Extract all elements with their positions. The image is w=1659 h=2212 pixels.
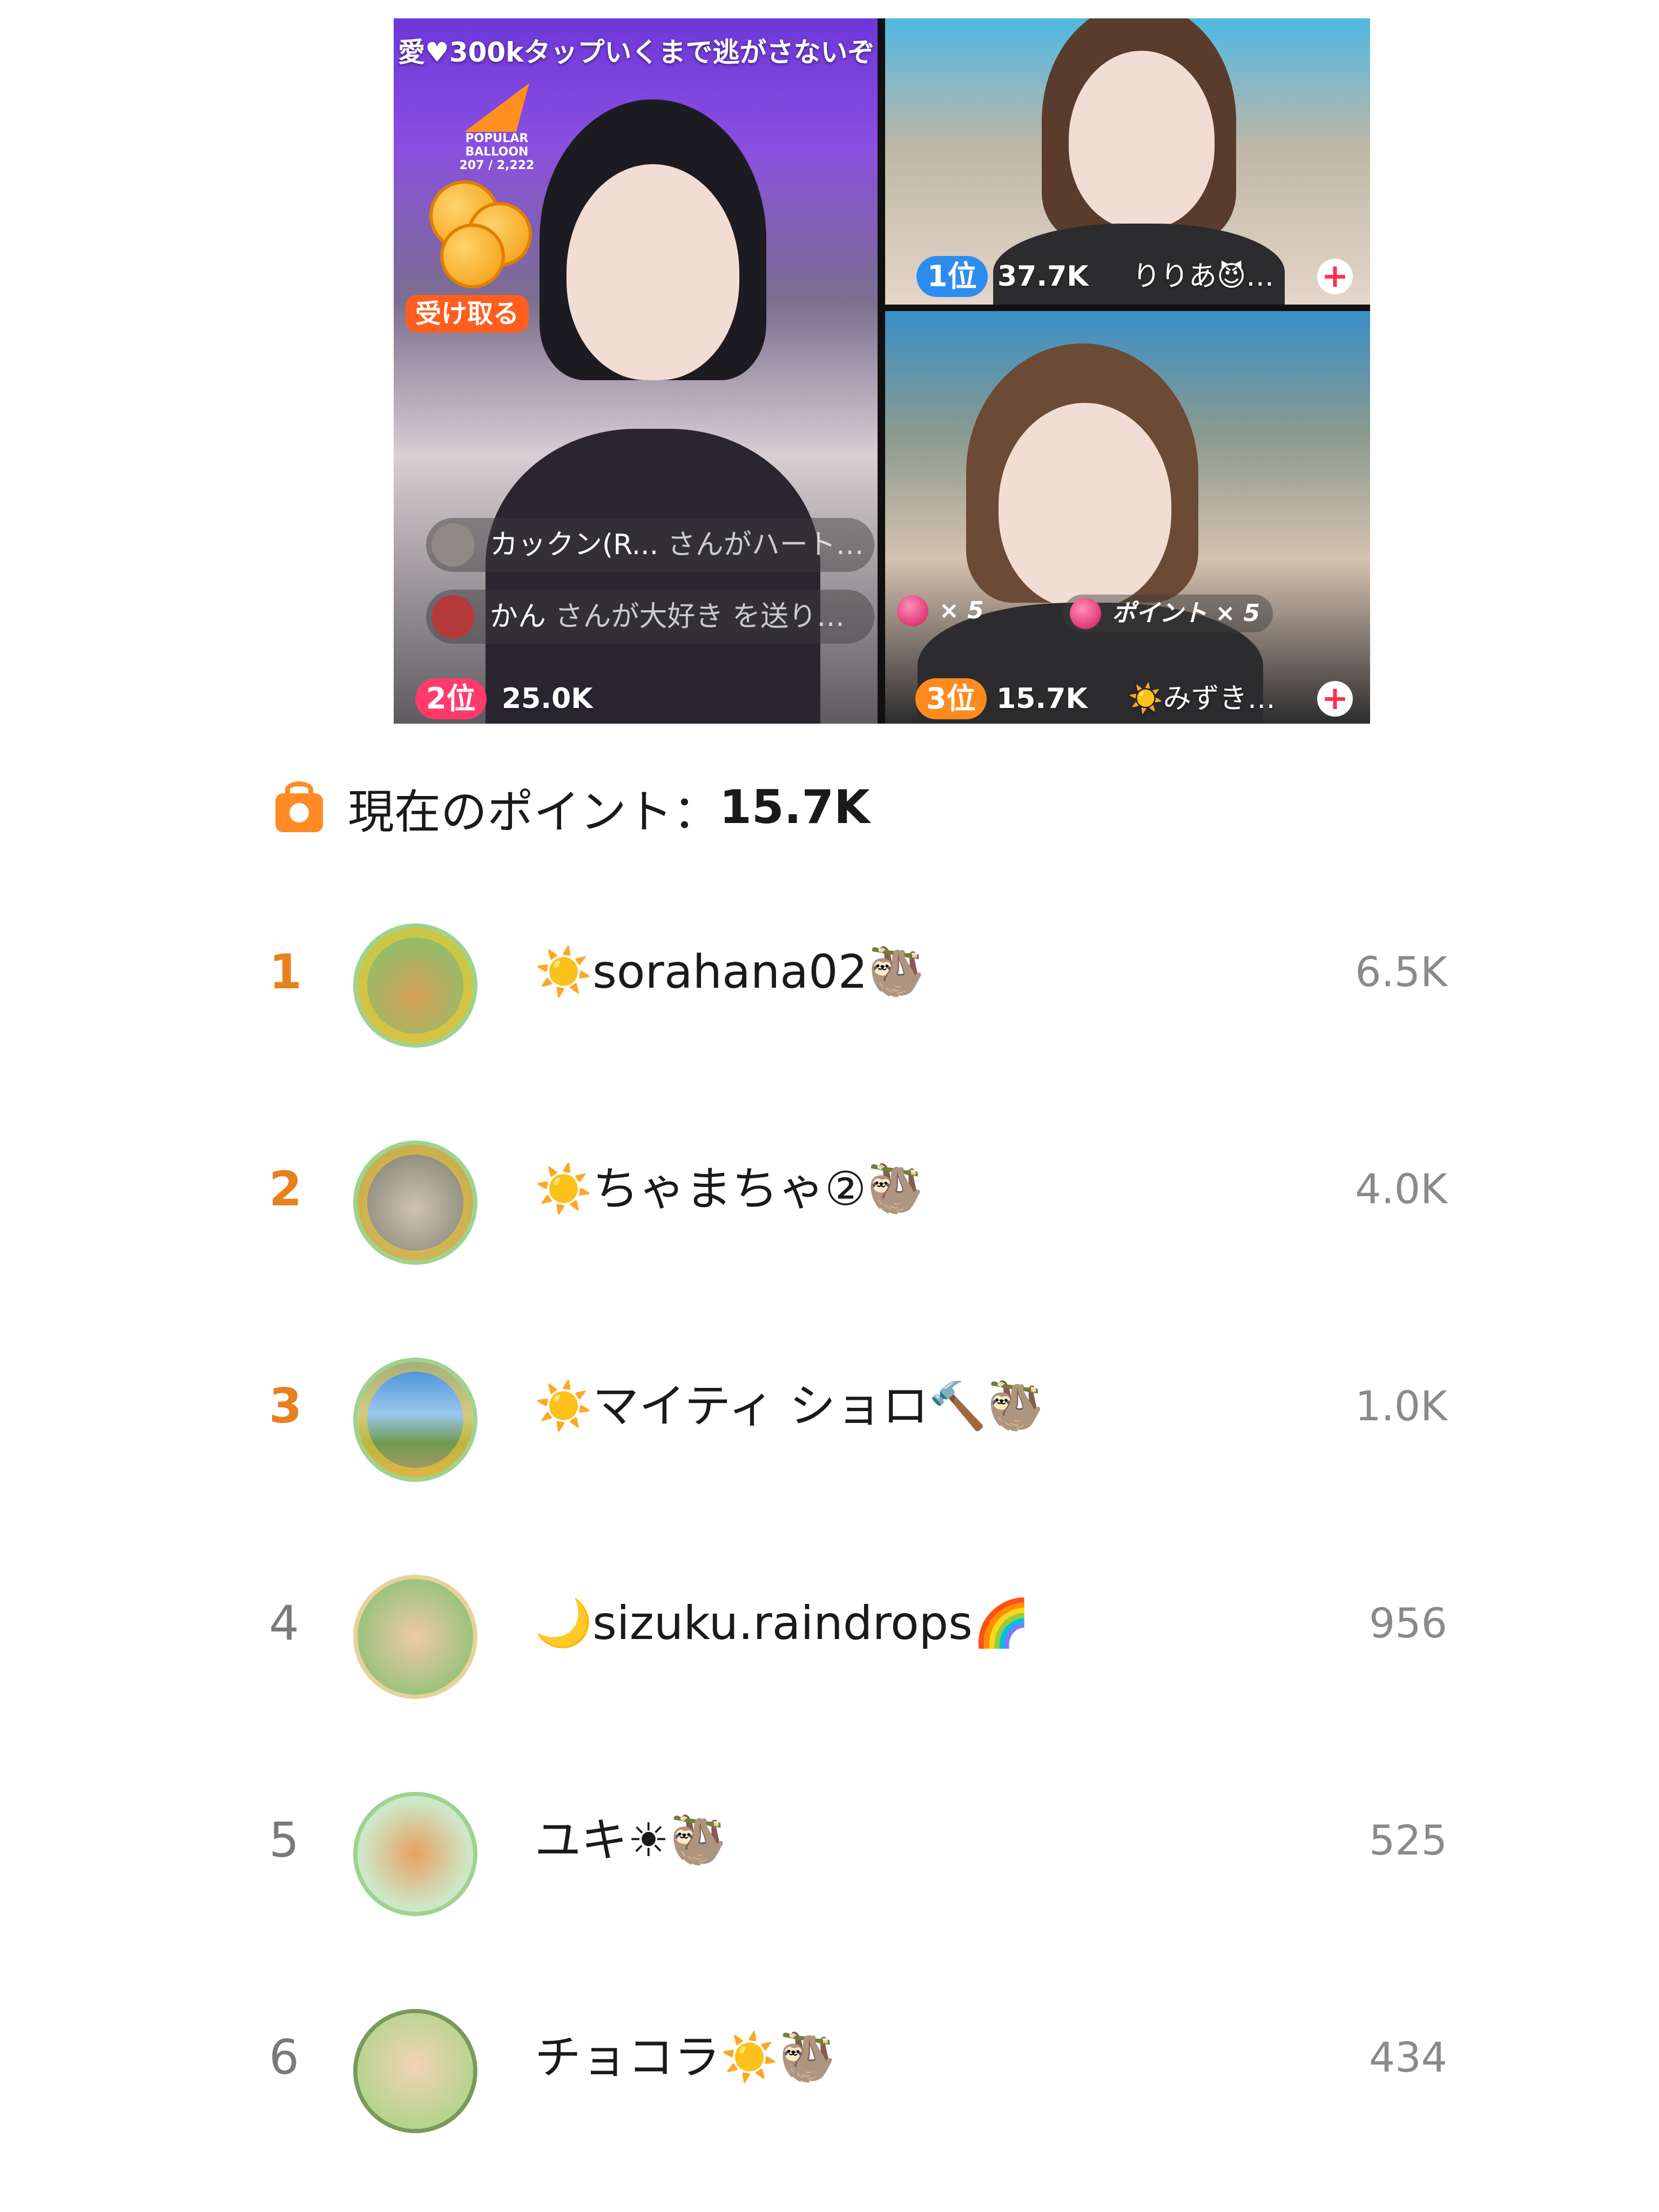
coins-icon[interactable] [419,175,537,294]
guest-video-tile-1[interactable]: 1位 37.7K りりあ😈… + [885,18,1370,305]
popular-balloon-widget[interactable]: POPULAR BALLOON 207 / 2,222 [446,83,548,172]
gift-icon [1070,598,1101,629]
rank-number: 2 [269,1161,302,1217]
receive-button[interactable]: 受け取る [406,295,529,333]
comment-text: さんがハート… [667,529,864,561]
leaderboard-row[interactable]: 6 チョコラ☀️🦥 434 [259,1993,1447,2133]
guest-name: りりあ😈… [1132,260,1274,293]
gift-multiplier: × 5 [891,592,997,630]
guest-score: 37.7K [997,260,1089,293]
avatar[interactable] [353,923,477,1048]
user-score: 525 [1368,1816,1447,1864]
leaderboard-row[interactable]: 5 ユキ☀🦥 525 [259,1776,1447,1916]
gift-icon [273,781,325,833]
host-video-tile[interactable]: 愛♥300kタップいくまで逃がさないぞ POPULAR BALLOON 207 … [394,18,878,724]
rank-number: 6 [269,2029,299,2085]
live-video-grid: 愛♥300kタップいくまで逃がさないぞ POPULAR BALLOON 207 … [394,18,1370,724]
user-score: 4.0K [1355,1165,1447,1213]
user-name: ☀️マイティ ショロ🔨🦥 [535,1379,1044,1433]
current-points: 現在のポイント： 15.7K [273,778,870,839]
points-label: 現在のポイント： [348,785,719,839]
avatar[interactable] [353,1792,477,1916]
rank-number: 3 [269,1378,302,1434]
guest-rank-badge: 3位 [915,678,987,719]
user-name: 🌙sizuku.raindrops🌈 [535,1596,1031,1650]
host-face [567,164,739,380]
follow-plus-icon[interactable]: + [1317,259,1353,294]
guest-rank-badge: 1位 [916,256,988,297]
user-score: 434 [1368,2033,1447,2081]
guest-score: 25.0K [502,683,593,715]
user-name: チョコラ☀️🦥 [535,2031,837,2085]
comment-text: さんが大好き を送り… [555,601,845,633]
commenter-avatar [431,523,475,567]
leaderboard-row[interactable]: 1 ☀️sorahana02🦥 6.5K [259,907,1447,1048]
avatar[interactable] [353,1358,477,1482]
rank-number: 4 [269,1595,299,1651]
guest-name: ☀️みずき… [1128,683,1276,715]
balloon-title: POPULAR BALLOON [465,132,529,159]
stream-banner: 愛♥300kタップいくまで逃がさないぞ [398,37,875,68]
rank-number: 1 [269,944,302,1000]
heart-gift-icon [897,595,928,626]
guest-score: 15.7K [996,683,1088,715]
points-value: 15.7K [719,780,870,834]
comment-row: かん さんが大好き を送り… [426,590,874,644]
user-score: 6.5K [1355,948,1447,996]
avatar[interactable] [353,1141,477,1265]
user-score: 1.0K [1355,1382,1447,1430]
guest-video-tile-3[interactable]: × 5 ポイント × 5 3位 15.7K ☀️みずき… + [885,311,1370,724]
guest-rank-badge: 2位 [415,678,487,719]
follow-plus-icon[interactable]: + [1317,681,1353,717]
avatar[interactable] [353,2009,477,2133]
comment-user: かん [490,601,547,633]
user-score: 956 [1368,1599,1447,1647]
leaderboard-row[interactable]: 3 ☀️マイティ ショロ🔨🦥 1.0K [259,1341,1447,1482]
guest-face [999,403,1171,608]
comment-row: カックン(R... さんがハート… [426,518,874,572]
leaderboard-row[interactable]: 2 ☀️ちゃまちゃ②🦥 4.0K [259,1124,1447,1265]
user-name: ☀️sorahana02🦥 [535,945,926,999]
comment-user: カックン(R... [490,529,659,561]
balloon-icon [464,83,529,132]
gift-multiplier-text: × 5 [939,597,984,624]
leaderboard-row[interactable]: 4 🌙sizuku.raindrops🌈 956 [259,1559,1447,1699]
rank-number: 5 [269,1812,299,1868]
user-name: ユキ☀🦥 [535,1813,727,1867]
balloon-progress: 207 / 2,222 [459,159,535,172]
guest-face [1069,51,1215,229]
gift-points-text: ポイント × 5 [1112,599,1260,627]
gift-points-pill: ポイント × 5 [1063,595,1273,632]
commenter-avatar [431,595,475,638]
avatar[interactable] [353,1575,477,1699]
user-name: ☀️ちゃまちゃ②🦥 [535,1162,925,1216]
